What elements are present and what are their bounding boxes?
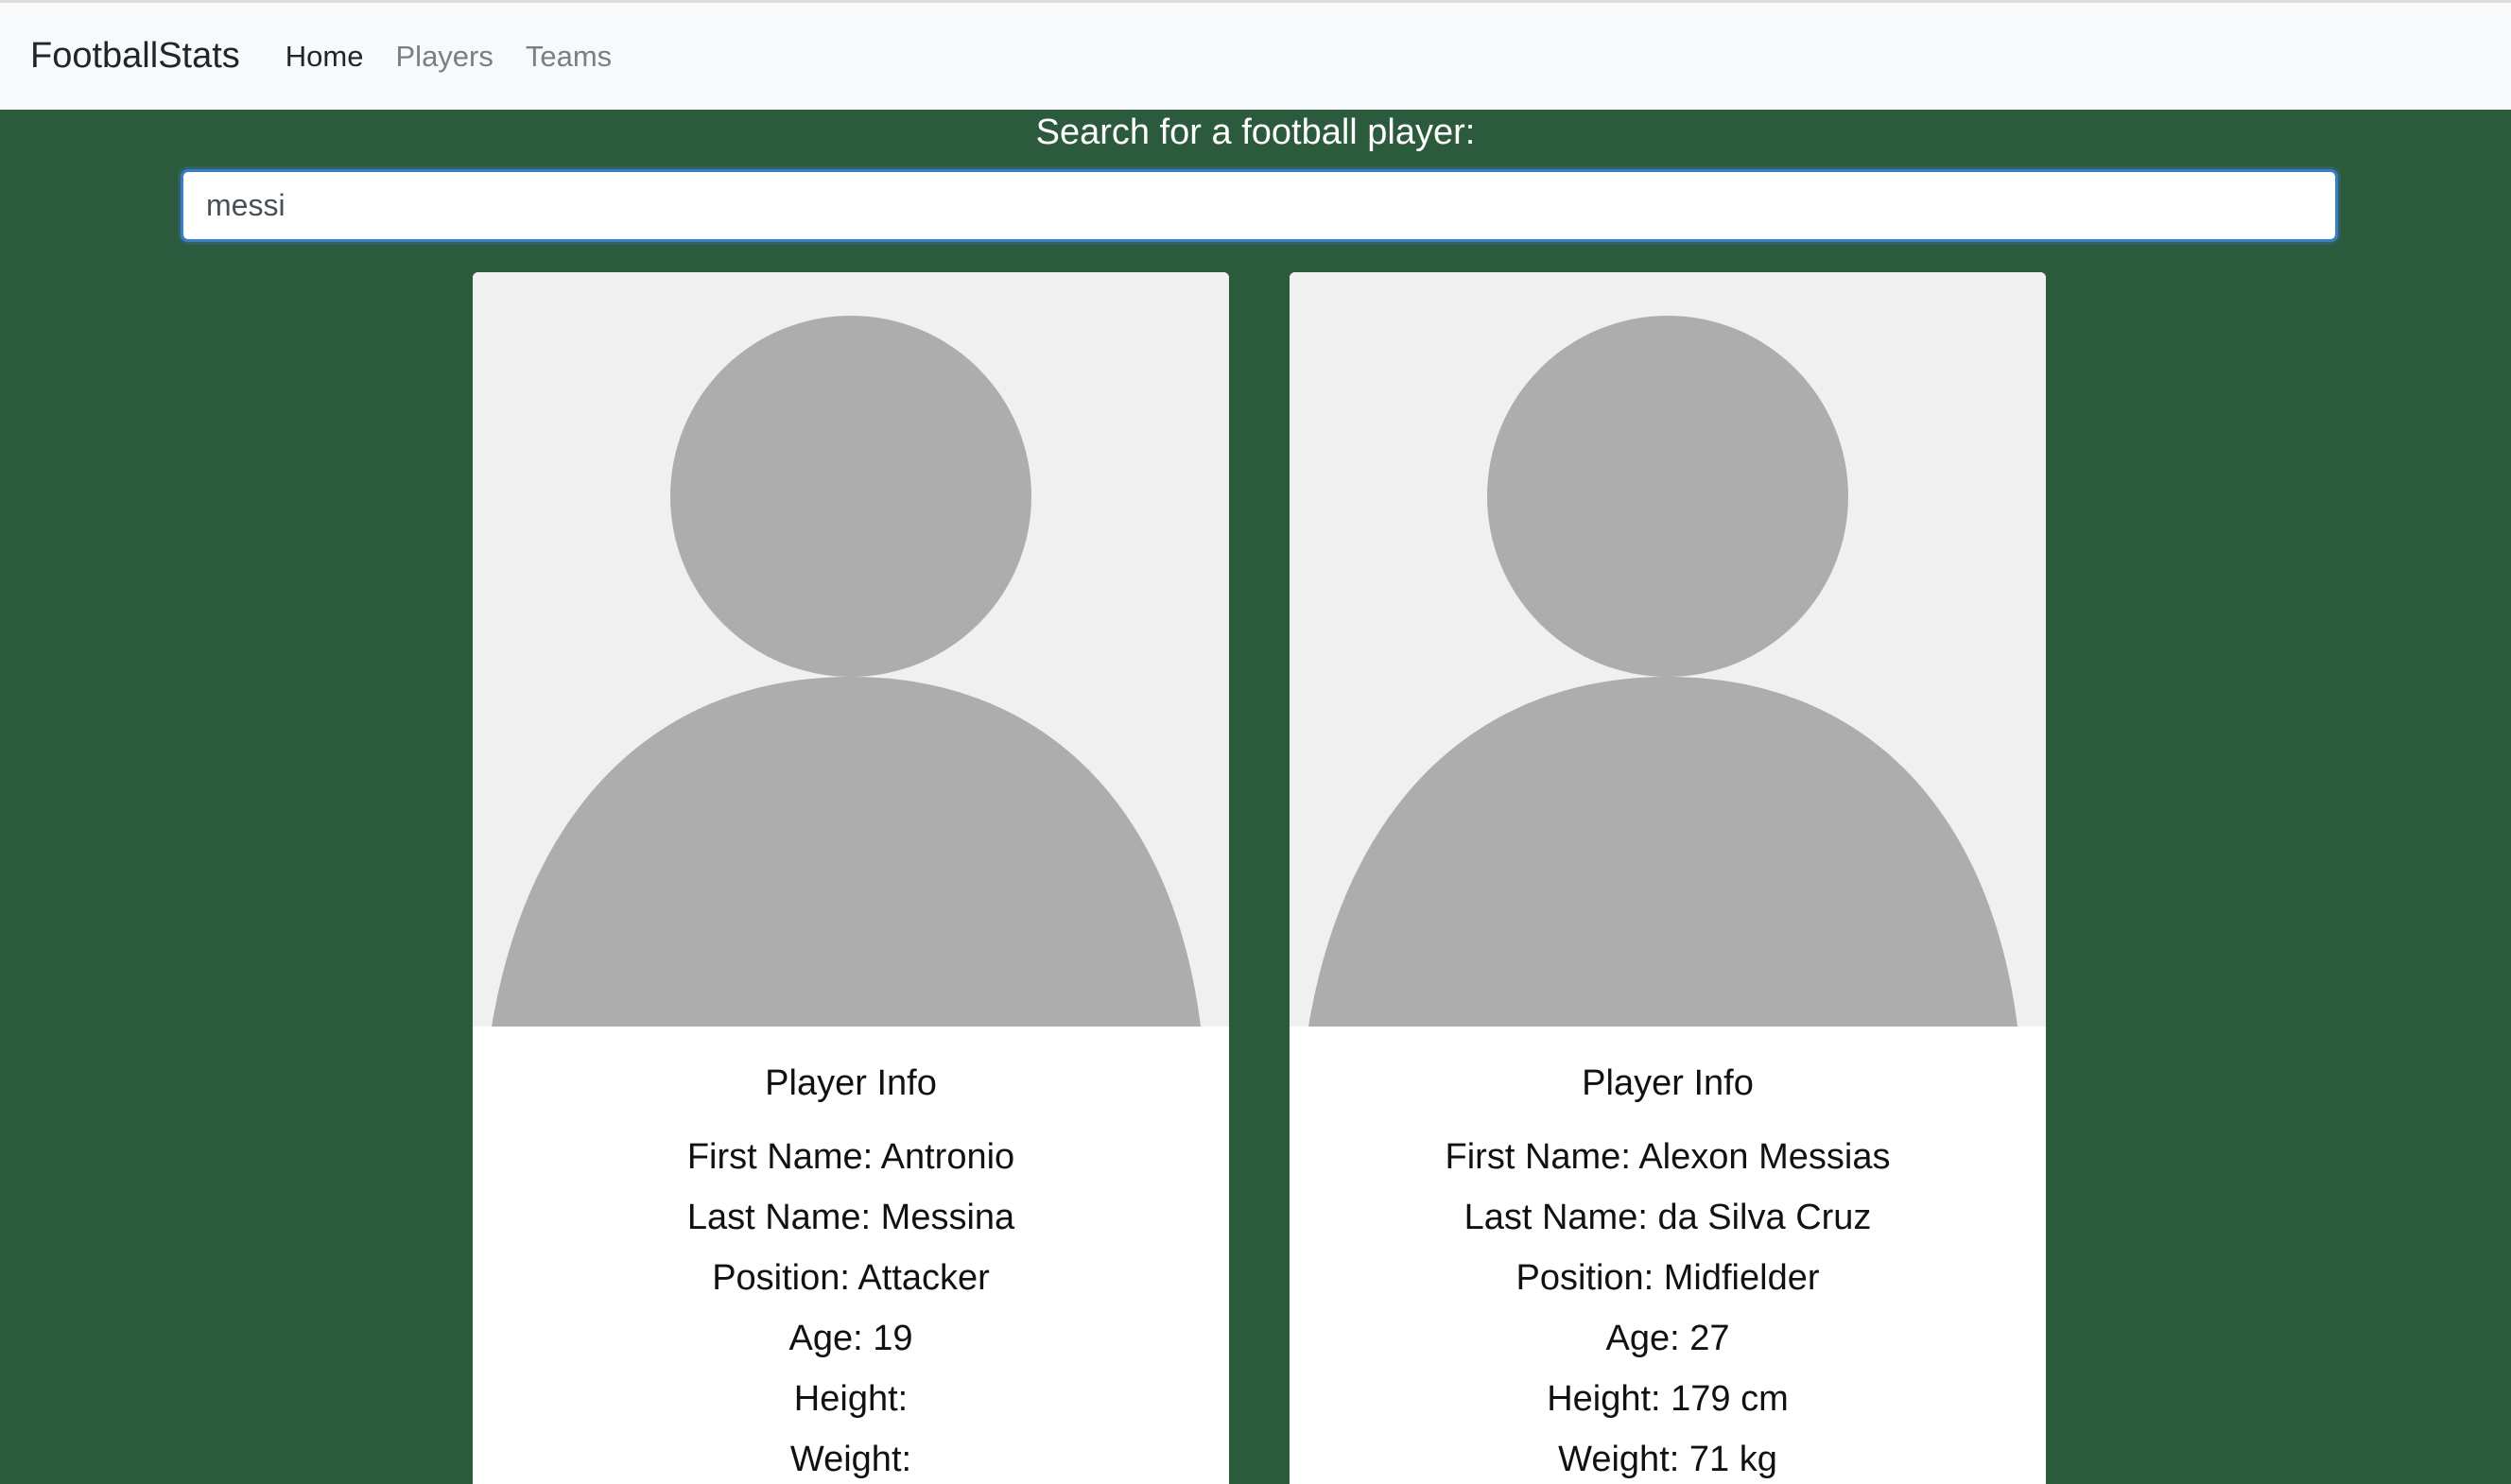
player-search-input[interactable] <box>181 169 2338 242</box>
player-weight: Weight: 71 kg <box>1558 1440 1777 1479</box>
player-age: Age: 19 <box>788 1319 913 1358</box>
player-position: Position: Midfielder <box>1515 1258 1820 1298</box>
avatar-placeholder-icon <box>1290 272 2046 1027</box>
top-navbar: FootballStats Home Players Teams <box>0 0 2511 110</box>
player-last-name: Last Name: Messina <box>686 1198 1015 1237</box>
player-height: Height: 179 cm <box>1547 1379 1789 1419</box>
player-card[interactable]: Player Info First Name: Alexon Messias L… <box>1290 272 2046 1484</box>
player-position: Position: Attacker <box>712 1258 990 1298</box>
player-card[interactable]: Player Info First Name: Antronio Last Na… <box>473 272 1229 1484</box>
nav-link-players[interactable]: Players <box>396 40 494 74</box>
player-last-name: Last Name: da Silva Cruz <box>1463 1198 1872 1237</box>
player-info-title: Player Info <box>765 1063 937 1103</box>
player-info: Player Info First Name: Alexon Messias L… <box>1290 1027 2046 1484</box>
player-info-title: Player Info <box>1582 1063 1754 1103</box>
player-first-name: First Name: Alexon Messias <box>1445 1137 1891 1177</box>
player-height: Height: <box>793 1379 909 1419</box>
nav-link-home[interactable]: Home <box>286 40 364 74</box>
player-first-name: First Name: Antronio <box>686 1137 1015 1177</box>
player-info: Player Info First Name: Antronio Last Na… <box>473 1027 1229 1484</box>
search-label: Search for a football player: <box>1035 112 1476 152</box>
player-weight: Weight: <box>789 1440 912 1479</box>
nav-link-teams[interactable]: Teams <box>526 40 612 74</box>
avatar-placeholder-icon <box>473 272 1229 1027</box>
player-age: Age: 27 <box>1605 1319 1730 1358</box>
brand-logo-text[interactable]: FootballStats <box>30 36 240 77</box>
